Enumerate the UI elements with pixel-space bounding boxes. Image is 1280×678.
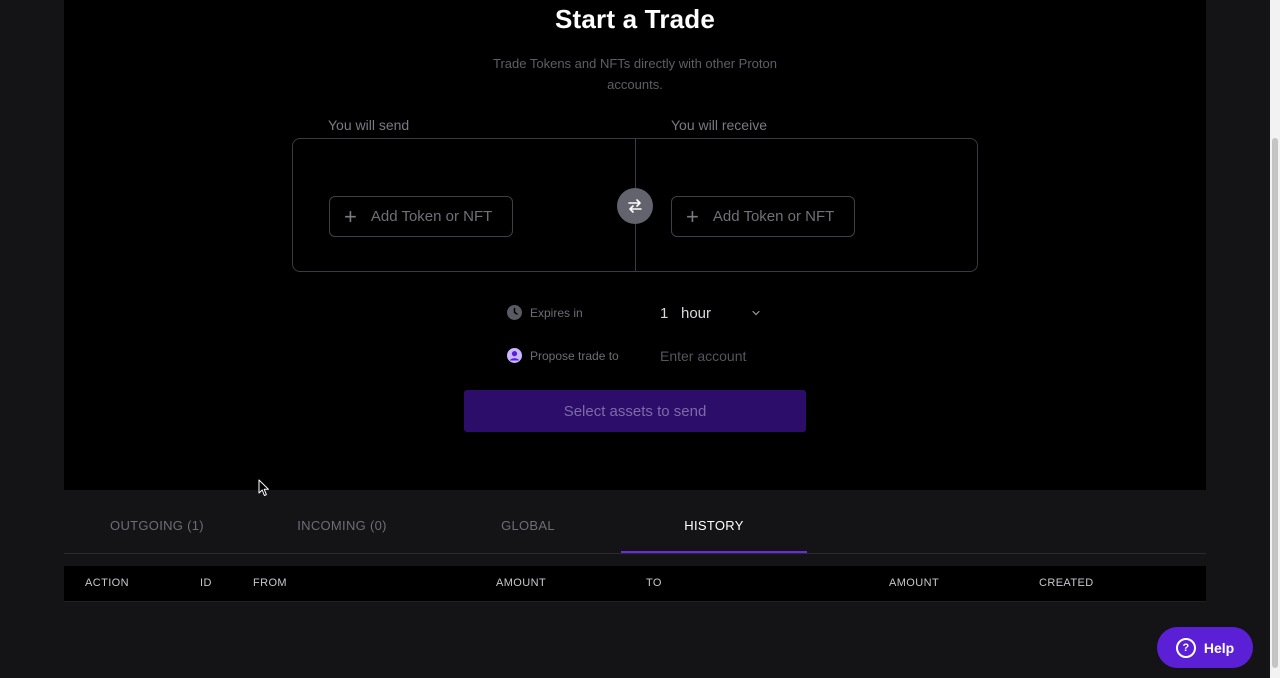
propose-label: Propose trade to <box>530 348 619 363</box>
swap-arrows-icon[interactable] <box>617 188 653 224</box>
add-receive-asset-label: Add Token or NFT <box>712 208 835 225</box>
column-header-to: TO <box>646 577 662 589</box>
receive-column-label: You will receive <box>671 117 767 133</box>
tab-incoming[interactable]: INCOMING (0) <box>249 505 435 551</box>
select-assets-button[interactable]: Select assets to send <box>464 390 806 432</box>
expires-label: Expires in <box>530 305 583 320</box>
chevron-down-icon <box>751 305 761 322</box>
plus-icon: + <box>686 203 699 229</box>
clock-icon <box>507 305 522 320</box>
expires-row: Expires in <box>507 305 583 320</box>
history-table-header: ACTION ID FROM AMOUNT TO AMOUNT CREATED <box>64 566 1206 602</box>
scrollbar-thumb[interactable] <box>1272 138 1278 668</box>
plus-icon: + <box>344 203 357 229</box>
column-header-from: FROM <box>253 577 287 589</box>
question-circle-icon: ? <box>1175 637 1196 658</box>
expires-amount[interactable]: 1 <box>660 305 668 322</box>
account-input[interactable] <box>660 344 810 368</box>
page-scrollbar[interactable] <box>1270 0 1280 678</box>
help-button[interactable]: ? Help <box>1157 627 1253 668</box>
trade-tabs: OUTGOING (1) INCOMING (0) GLOBAL HISTORY <box>64 505 1206 554</box>
expires-unit-value: hour <box>681 305 712 322</box>
add-receive-asset-button[interactable]: + Add Token or NFT <box>671 196 855 237</box>
expires-unit-select[interactable]: hour <box>681 305 760 322</box>
user-avatar-icon <box>507 348 522 363</box>
add-send-asset-label: Add Token or NFT <box>370 208 493 225</box>
column-header-amount-from: AMOUNT <box>496 577 547 589</box>
column-header-amount-to: AMOUNT <box>889 577 940 589</box>
tab-history[interactable]: HISTORY <box>621 505 807 553</box>
trade-assets-box: + Add Token or NFT + Add Token or NFT <box>292 138 978 272</box>
tab-outgoing[interactable]: OUTGOING (1) <box>64 505 250 551</box>
mouse-cursor-icon <box>258 479 270 502</box>
start-trade-panel: Start a Trade Trade Tokens and NFTs dire… <box>64 0 1206 490</box>
help-label: Help <box>1203 639 1235 656</box>
propose-row: Propose trade to <box>507 348 619 363</box>
add-send-asset-button[interactable]: + Add Token or NFT <box>329 196 513 237</box>
column-header-id: ID <box>200 577 212 589</box>
column-header-action: ACTION <box>85 577 129 589</box>
page-subtitle: Trade Tokens and NFTs directly with othe… <box>493 56 777 92</box>
page-title: Start a Trade <box>554 4 716 34</box>
tab-global[interactable]: GLOBAL <box>435 505 621 551</box>
column-header-created: CREATED <box>1039 577 1094 589</box>
send-column-label: You will send <box>328 117 410 133</box>
trade-page: Start a Trade Trade Tokens and NFTs dire… <box>0 0 1280 678</box>
